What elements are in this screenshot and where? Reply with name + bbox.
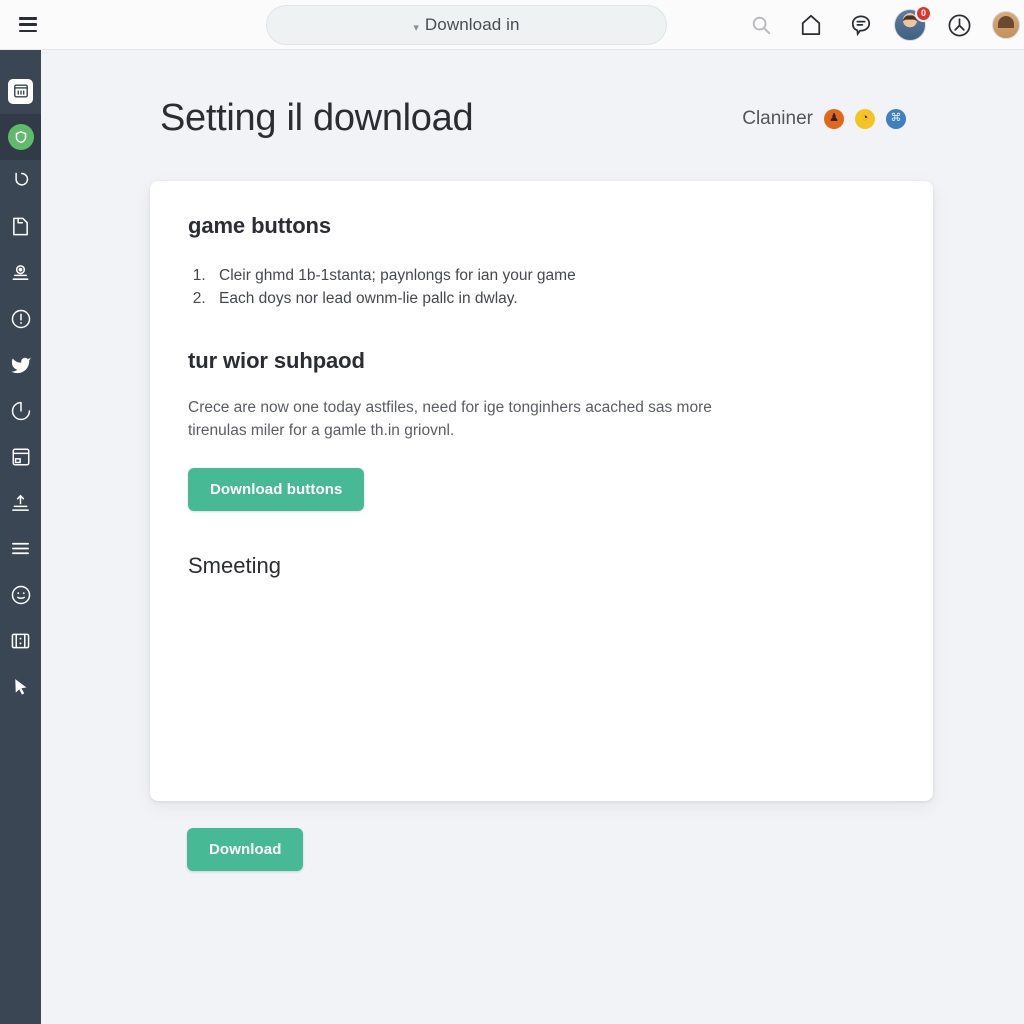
bank-chart-icon — [8, 78, 33, 104]
sidebar-item-files[interactable] — [0, 206, 41, 252]
clock-icon[interactable] — [942, 8, 976, 42]
download-button[interactable]: Download — [187, 828, 304, 871]
sidebar-item-timer[interactable] — [0, 390, 41, 436]
list-menu-icon — [19, 17, 37, 32]
page-title: Setting il download — [160, 97, 474, 139]
shield-icon — [7, 124, 34, 150]
section-three-title: Smeeting — [188, 553, 281, 578]
page-header-members: Claniner ♟ ◔ ⌘ — [742, 108, 974, 130]
film-frame-icon — [10, 632, 31, 655]
notification-badge: 0 — [915, 5, 932, 22]
top-bar: ▾ Download in 0 — [0, 0, 1024, 50]
smiley-face-icon — [10, 584, 32, 611]
user-avatar[interactable]: 0 — [894, 5, 932, 41]
main-content: Setting il download Claniner ♟ ◔ ⌘ game … — [41, 50, 1024, 1024]
sidebar-item-mood[interactable] — [0, 574, 41, 620]
omnibox-value: Download in — [424, 15, 520, 34]
sidebar-item-social[interactable] — [0, 344, 41, 390]
sidebar-item-media[interactable] — [0, 620, 41, 666]
info-circle-icon — [10, 308, 32, 335]
sidebar-item-lists[interactable] — [0, 528, 41, 574]
sidebar-item-window[interactable] — [0, 436, 41, 482]
bird-icon — [10, 355, 32, 379]
lines-list-icon — [10, 540, 31, 562]
undo-arrow-icon — [10, 170, 31, 196]
section-two-paragraph: Crece are now one today astfiles, need f… — [188, 399, 712, 439]
settings-card: game buttons Cleir ghmd 1b-1stanta; payn… — [150, 181, 933, 801]
sidebar-item-cursor[interactable] — [0, 666, 41, 712]
section-two-title: tur wior suhpaod — [188, 348, 365, 373]
download-caret-icon: ▾ — [413, 21, 419, 34]
sidebar-item-protection[interactable] — [0, 114, 41, 160]
sidebar-item-upload[interactable] — [0, 482, 41, 528]
cursor-arrow-icon — [11, 677, 30, 702]
home-icon[interactable] — [794, 8, 828, 42]
chat-bubble-icon[interactable] — [844, 8, 878, 42]
upload-stamp-icon — [10, 493, 31, 518]
section-one-title: game buttons — [188, 213, 332, 238]
omnibox-input[interactable]: ▾ Download in — [266, 5, 667, 45]
owner-label: Claniner — [742, 107, 813, 129]
top-bar-actions: 0 — [744, 0, 1024, 50]
menu-button[interactable] — [0, 0, 56, 50]
download-buttons-button[interactable]: Download buttons — [188, 468, 365, 511]
sidebar-item-dashboard[interactable] — [0, 68, 41, 114]
search-icon[interactable] — [744, 8, 778, 42]
file-page-icon — [11, 216, 30, 242]
member-avatar-3[interactable]: ⌘ — [886, 108, 906, 129]
sidebar-item-history[interactable] — [0, 160, 41, 206]
secondary-avatar[interactable] — [992, 11, 1020, 39]
sidebar-item-profile[interactable] — [0, 252, 41, 298]
timer-pie-icon — [10, 400, 32, 427]
footer-actions: Download — [187, 828, 304, 871]
list-item: Cleir ghmd 1b-1stanta; paynlongs for ian… — [210, 265, 895, 287]
page-header: Setting il download Claniner ♟ ◔ ⌘ — [160, 97, 974, 140]
sidebar-item-alerts[interactable] — [0, 298, 41, 344]
steps-list: Cleir ghmd 1b-1stanta; paynlongs for ian… — [210, 265, 895, 310]
member-avatar-1[interactable]: ♟ — [824, 108, 844, 129]
sidebar — [0, 50, 41, 1024]
user-stamp-icon — [10, 263, 31, 288]
list-item: Each doys nor lead ownm-lie pallc in dwl… — [210, 288, 895, 310]
window-panel-icon — [11, 447, 31, 472]
member-avatar-2[interactable]: ◔ — [855, 108, 875, 129]
